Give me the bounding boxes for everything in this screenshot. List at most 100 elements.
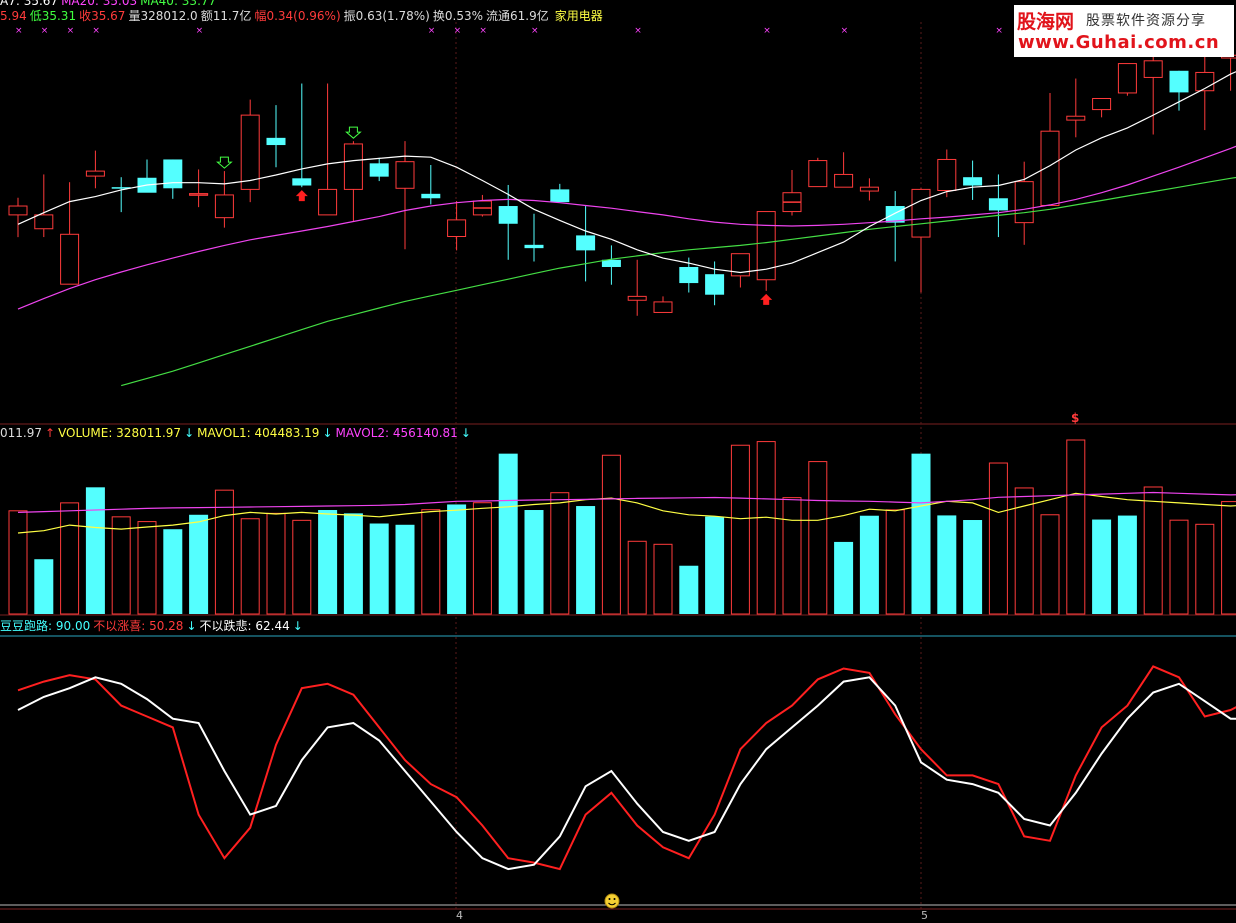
top-marker-9: × [634,26,642,36]
ma-legend: A7: 35.67 MA20: 35.03 MA40: 33.77 [0,0,222,8]
top-marker-11: × [841,26,849,36]
volume-bar-27 [705,516,725,614]
candle-39 [1014,161,1034,245]
candle-body-41 [1066,115,1086,121]
candle-body-0 [8,205,28,216]
volume-bar-41 [1066,439,1086,615]
volume-bar-2 [60,502,80,615]
candle-body-20 [524,244,544,249]
quote-item-4: 额11.7亿 [200,9,252,23]
ma40-line [121,176,1236,387]
candle-18 [472,194,492,217]
candle-body-22 [576,235,596,251]
candle-11 [292,83,312,188]
quote-item-3: 量328012.0 [128,9,198,23]
stock-chart[interactable]: ×××××××××××××××××× 4 5 $ [0,0,1236,923]
volume-bar-19 [498,453,518,614]
candle-24 [627,259,647,316]
candle-body-32 [834,173,854,188]
top-marker-5: × [428,26,436,36]
candle-5 [137,159,157,193]
candle-46 [1195,56,1215,131]
stock-name: 家用电器 [554,9,603,23]
volume-bar-34 [885,509,905,615]
volume-bar-35 [911,453,931,614]
volume-bar-28 [730,444,750,615]
candle-body-42 [1092,97,1112,111]
indicator-legend-item-1: 不以涨喜: 50.28 [93,619,184,633]
volume-bar-13 [343,513,363,614]
volume-bar-30 [782,497,802,615]
candle-body-17 [447,219,467,238]
indicator-legend: 豆豆跑路: 90.00 不以涨喜: 50.28 ↓ 不以跌悲: 62.44 ↓ [0,619,309,633]
candle-12 [318,83,338,216]
volume-legend-item-1: ↑ [45,426,56,440]
volume-bar-10 [266,512,286,615]
volume-bar-7 [189,514,209,614]
candle-44 [1143,49,1163,135]
candle-body-10 [266,137,286,146]
candle-body-37 [963,177,983,186]
candle-body-38 [988,198,1008,211]
x-axis-label-4: 4 [456,909,463,922]
candle-6 [163,159,183,199]
volume-legend-item-6: MAVOL2: 456140.81 [335,426,458,440]
candle-body-31 [808,160,828,188]
candle-9 [240,99,260,203]
candle-body-24 [627,295,647,301]
candle-body-43 [1117,63,1137,94]
volume-bar-0 [8,510,28,615]
candle-29 [756,211,776,291]
candle-body-39 [1014,181,1034,224]
volume-bar-8 [214,489,234,615]
candle-body-12 [318,188,338,216]
top-marker-3: × [92,26,100,36]
volume-bar-24 [627,540,647,615]
quote-info: 5.94 低35.31 收35.67 量328012.0 额11.7亿 幅0.34(0.9… [0,9,552,23]
ma-legend-item-1: MA20: 35.03 [61,0,138,8]
indicator-legend-item-2: ↓ [186,619,197,633]
candle-body-11 [292,178,312,186]
candle-body-44 [1143,60,1163,78]
top-marker-0: × [15,26,23,36]
smiley-icon [604,893,620,909]
logo-url: www.Guhai.com.cn [1018,32,1220,53]
volume-bar-44 [1143,486,1163,615]
volume-legend-item-4: MAVOL1: 404483.19 [197,426,320,440]
candle-body-25 [653,301,673,313]
volume-bar-43 [1117,515,1137,614]
top-marker-4: × [196,26,204,36]
volume-bar-29 [756,441,776,615]
candle-7 [189,169,209,208]
volume-legend-item-3: ↓ [184,426,195,440]
candle-0 [8,197,28,238]
indicator-legend-item-4: ↓ [292,619,303,633]
volume-legend-item-2: VOLUME: 328011.97 [58,426,182,440]
indicator-legend-item-0: 豆豆跑路: 90.00 [0,619,91,633]
volume-legend-item-7: ↓ [460,426,471,440]
indicator-legend-item-3: 不以跌悲: 62.44 [199,619,290,633]
down-arrow-icon-1 [345,126,362,139]
volume-bar-11 [292,519,312,615]
volume-bar-14 [369,523,389,614]
candle-1 [34,174,54,238]
volume-bar-6 [163,529,183,614]
top-marker-2: × [67,26,75,36]
quote-item-8: 流通61.9亿 [486,9,549,23]
candle-21 [550,183,570,203]
volume-bar-20 [524,510,544,614]
x-axis-label-5: 5 [921,909,928,922]
x-axis: 4 5 [456,909,928,922]
volume-bar-16 [421,509,441,615]
candle-14 [369,157,389,182]
indicator-line-1 [17,676,1236,871]
indicator-line-0 [17,665,1236,871]
volume-bar-37 [963,520,983,614]
top-marker-7: × [479,26,487,36]
candle-body-19 [498,206,518,224]
watermark-logo: 股海网 股票软件资源分享 www.Guhai.com.cn [1014,5,1234,57]
candle-13 [343,141,363,222]
up-arrow-icon-0 [295,190,308,202]
candle-43 [1117,63,1137,96]
candle-8 [214,171,234,228]
